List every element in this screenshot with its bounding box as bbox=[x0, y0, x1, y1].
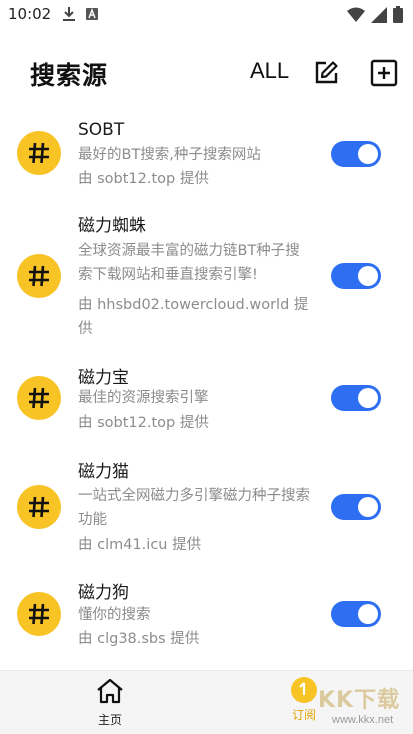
source-provider: 由 hhsbd02.towercloud.world 提供 bbox=[78, 297, 309, 337]
nav-home-label: 主页 bbox=[97, 713, 122, 727]
source-avatar bbox=[17, 131, 61, 175]
source-toggle[interactable] bbox=[331, 263, 381, 289]
nav-home[interactable]: 主页 bbox=[86, 677, 134, 733]
toggle-knob bbox=[358, 497, 378, 517]
source-toggle[interactable] bbox=[331, 494, 381, 520]
list-item[interactable]: SOBT 最好的BT搜索,种子搜索网站 由 sobt12.top 提供 bbox=[0, 108, 413, 198]
source-title: SOBT bbox=[78, 120, 125, 140]
status-time: 10:02 bbox=[8, 5, 52, 23]
source-description: 懂你的搜索 bbox=[78, 607, 151, 623]
source-toggle[interactable] bbox=[331, 601, 381, 627]
status-notification-icons bbox=[62, 6, 98, 22]
source-provider: 由 clg38.sbs 提供 bbox=[78, 631, 200, 647]
hash-icon bbox=[29, 387, 49, 409]
hash-icon bbox=[29, 603, 49, 625]
hash-icon bbox=[29, 496, 49, 518]
source-avatar bbox=[17, 376, 61, 420]
toggle-knob bbox=[358, 266, 378, 286]
hash-icon bbox=[29, 142, 49, 164]
list-item[interactable]: 磁力蜘蛛 全球资源最丰富的磁力链BT种子搜索下载网站和垂直搜索引擎! 由 hhs… bbox=[0, 200, 413, 350]
add-source-button[interactable] bbox=[369, 59, 399, 89]
edit-button[interactable] bbox=[312, 60, 340, 88]
battery-icon bbox=[393, 6, 403, 23]
wifi-icon bbox=[347, 7, 365, 22]
nav-subscribe-label: 订阅 bbox=[291, 708, 316, 722]
header: 搜索源 ALL bbox=[0, 50, 413, 96]
source-title: 磁力宝 bbox=[78, 368, 129, 388]
add-box-icon bbox=[370, 59, 398, 87]
source-description: 最好的BT搜索,种子搜索网站 bbox=[78, 147, 261, 163]
bottom-nav: 主页 订阅 bbox=[0, 670, 413, 734]
page-title: 搜索源 bbox=[30, 61, 109, 90]
toggle-knob bbox=[358, 144, 378, 164]
source-toggle[interactable] bbox=[331, 141, 381, 167]
source-toggle[interactable] bbox=[331, 385, 381, 411]
source-avatar bbox=[17, 485, 61, 529]
source-description: 一站式全网磁力多引擎磁力种子搜索功能 bbox=[78, 488, 310, 528]
source-provider: 由 sobt12.top 提供 bbox=[78, 415, 209, 431]
list-item[interactable]: 磁力宝 最佳的资源搜索引擎 由 sobt12.top 提供 bbox=[0, 356, 413, 446]
nav-subscribe[interactable]: 订阅 bbox=[284, 677, 324, 733]
home-icon bbox=[97, 678, 123, 704]
source-description: 最佳的资源搜索引擎 bbox=[78, 390, 209, 406]
source-title: 磁力蜘蛛 bbox=[78, 216, 146, 236]
app-notification-icon bbox=[86, 8, 98, 20]
download-icon bbox=[63, 7, 75, 21]
hash-icon bbox=[29, 265, 49, 287]
source-provider: 由 clm41.icu 提供 bbox=[78, 537, 202, 553]
source-title: 磁力猫 bbox=[78, 462, 129, 482]
status-bar: 10:02 bbox=[0, 0, 413, 30]
signal-icon bbox=[371, 6, 387, 23]
list-item[interactable]: 磁力猫 一站式全网磁力多引擎磁力种子搜索功能 由 clm41.icu 提供 bbox=[0, 448, 413, 566]
all-button[interactable]: ALL bbox=[250, 58, 289, 84]
source-provider: 由 sobt12.top 提供 bbox=[78, 171, 209, 187]
toggle-knob bbox=[358, 388, 378, 408]
status-system-icons bbox=[347, 6, 403, 23]
edit-icon bbox=[315, 61, 338, 84]
toggle-knob bbox=[358, 604, 378, 624]
source-avatar bbox=[17, 592, 61, 636]
source-description: 全球资源最丰富的磁力链BT种子搜索下载网站和垂直搜索引擎! bbox=[78, 243, 300, 283]
source-title: 磁力狗 bbox=[78, 583, 129, 603]
list-item[interactable]: 磁力狗 懂你的搜索 由 clg38.sbs 提供 bbox=[0, 570, 413, 665]
subscribe-icon bbox=[291, 677, 317, 703]
source-avatar bbox=[17, 254, 61, 298]
